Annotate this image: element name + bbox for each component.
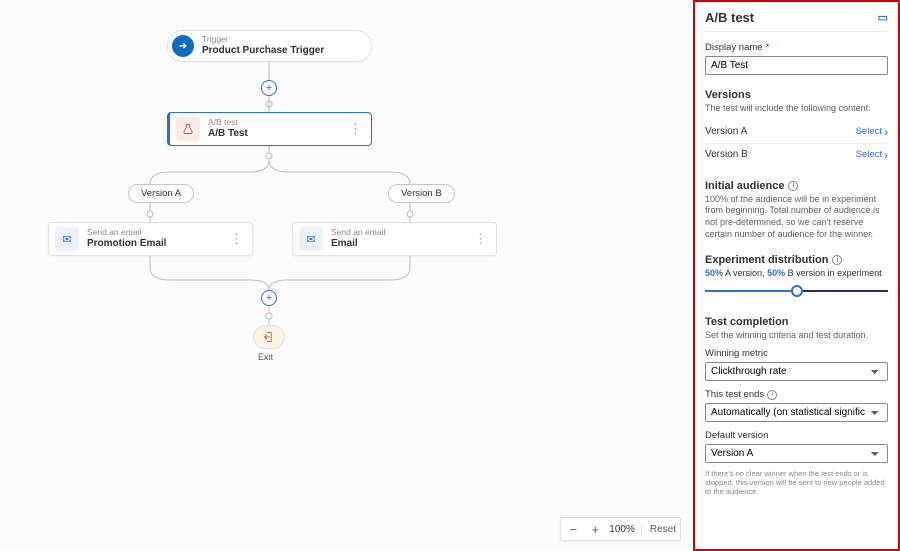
mail-icon: ✉	[55, 227, 79, 251]
version-b-pill[interactable]: Version B	[388, 184, 455, 203]
email-a-title: Promotion Email	[87, 238, 166, 250]
info-icon[interactable]: i	[788, 181, 798, 191]
trigger-title: Product Purchase Trigger	[202, 45, 324, 57]
audience-desc: 100% of the audience will be in experime…	[705, 194, 888, 241]
zoom-value: 100%	[609, 524, 635, 535]
abtest-sublabel: A/B test	[208, 118, 248, 128]
exit-icon	[263, 331, 275, 343]
slider-thumb-icon[interactable]	[791, 285, 803, 297]
version-a-select-link[interactable]: Select	[856, 125, 888, 139]
zoom-toolbar: − + 100% Reset	[560, 517, 681, 541]
connector-lines	[0, 0, 693, 551]
email-b-sublabel: Send an email	[331, 228, 385, 238]
properties-panel: A/B test ▭ Display name* Versions The te…	[693, 0, 900, 551]
winning-metric-label: Winning metric	[705, 348, 888, 359]
version-b-select-link[interactable]: Select	[856, 148, 888, 162]
display-name-input[interactable]	[705, 56, 888, 75]
email-a-node[interactable]: ✉ Send an email Promotion Email ⋮	[48, 222, 253, 256]
completion-desc: Set the winning criteria and test durati…	[705, 330, 888, 342]
email-a-menu-icon[interactable]: ⋮	[230, 231, 244, 247]
exit-label: Exit	[258, 352, 273, 362]
abtest-node[interactable]: A/B test A/B Test ⋮	[167, 112, 372, 146]
version-b-label: Version B	[705, 149, 748, 160]
zoom-out-button[interactable]: −	[565, 522, 581, 537]
default-version-label: Default version	[705, 430, 888, 441]
panel-title: A/B test ▭	[705, 10, 888, 32]
trigger-sublabel: Trigger	[202, 35, 324, 45]
distribution-summary: 50% A version, 50% B version in experime…	[705, 268, 888, 278]
exit-node[interactable]	[253, 325, 285, 349]
audience-heading: Initial audience i	[705, 180, 888, 192]
default-version-footnote: If there's no clear winner when the test…	[705, 469, 888, 496]
version-a-label: Version A	[705, 126, 747, 137]
distribution-slider[interactable]	[705, 282, 888, 302]
distribution-heading: Experiment distribution i	[705, 254, 888, 266]
email-a-sublabel: Send an email	[87, 228, 166, 238]
email-b-menu-icon[interactable]: ⋮	[474, 231, 488, 247]
info-icon[interactable]: i	[832, 255, 842, 265]
info-icon[interactable]: i	[767, 390, 777, 400]
zoom-reset-button[interactable]: Reset	[641, 524, 676, 535]
trigger-node[interactable]: ➜ Trigger Product Purchase Trigger	[167, 30, 372, 62]
test-ends-select[interactable]: Automatically (on statistical significan…	[705, 403, 888, 422]
versions-heading: Versions	[705, 89, 888, 101]
versions-desc: The test will include the following cont…	[705, 103, 888, 115]
test-ends-label: This test ends i	[705, 389, 888, 400]
email-b-title: Email	[331, 238, 385, 250]
mail-icon: ✉	[299, 227, 323, 251]
display-name-label: Display name*	[705, 42, 888, 53]
zoom-in-button[interactable]: +	[587, 522, 603, 537]
default-version-select[interactable]: Version A	[705, 444, 888, 463]
completion-heading: Test completion	[705, 316, 888, 328]
panel-header-icon[interactable]: ▭	[878, 11, 888, 24]
add-step-button[interactable]: +	[261, 80, 277, 96]
add-step-button[interactable]: +	[261, 290, 277, 306]
email-b-node[interactable]: ✉ Send an email Email ⋮	[292, 222, 497, 256]
version-a-pill[interactable]: Version A	[128, 184, 194, 203]
winning-metric-select[interactable]: Clickthrough rate	[705, 362, 888, 381]
journey-canvas[interactable]: ➜ Trigger Product Purchase Trigger + A/B…	[0, 0, 693, 551]
trigger-icon: ➜	[172, 35, 194, 57]
abtest-title: A/B Test	[208, 128, 248, 140]
abtest-menu-icon[interactable]: ⋮	[349, 121, 363, 137]
flask-icon	[176, 117, 200, 141]
